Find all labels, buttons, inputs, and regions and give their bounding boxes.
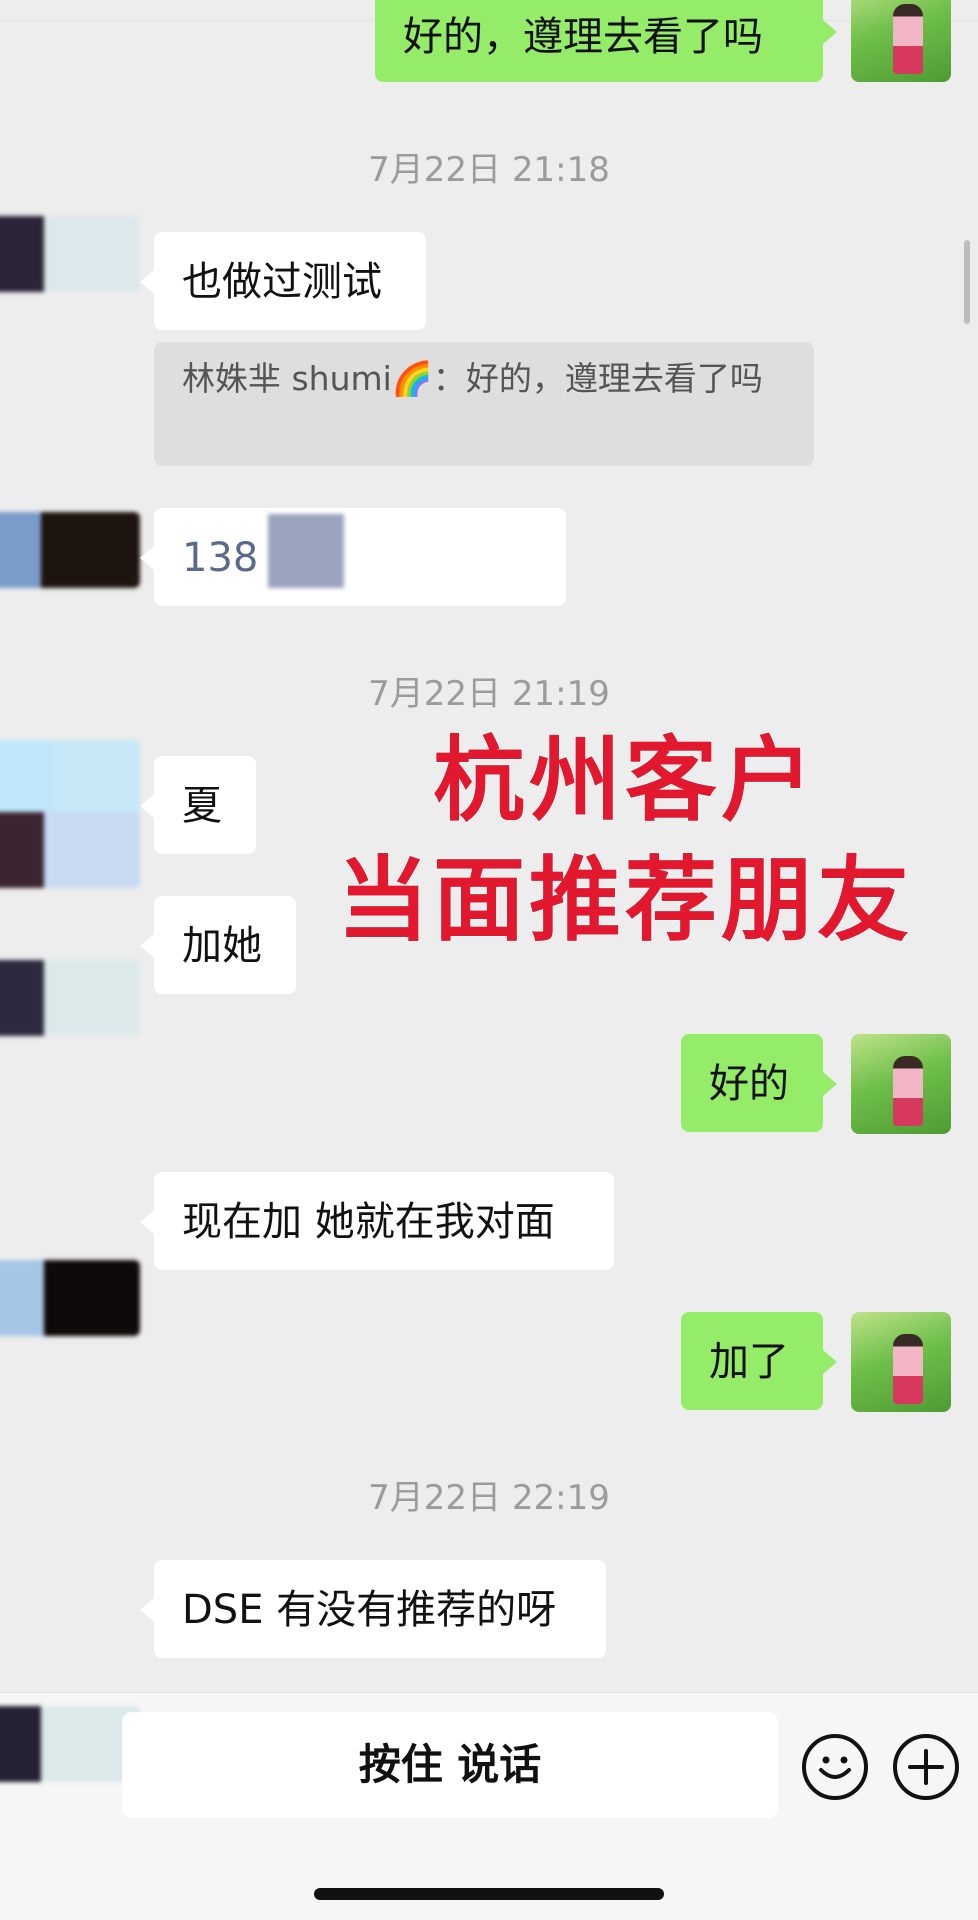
phone-number-text: 138 xyxy=(182,535,259,581)
contact-avatar[interactable] xyxy=(0,1706,140,1782)
contact-avatar[interactable] xyxy=(0,1260,140,1336)
contact-avatar[interactable] xyxy=(0,960,140,1036)
hold-to-talk-button[interactable]: 按住 说话 xyxy=(122,1712,778,1818)
smiley-icon-glyph xyxy=(819,1756,851,1779)
self-avatar[interactable] xyxy=(851,1034,951,1134)
redaction-block xyxy=(268,514,344,588)
avatar-figure xyxy=(893,1056,923,1126)
avatar-figure xyxy=(893,4,923,74)
self-avatar[interactable] xyxy=(851,0,951,82)
chat-bubble-self[interactable]: 好的 xyxy=(681,1034,837,1132)
chat-bubble-other[interactable]: 夏 xyxy=(140,756,256,854)
contact-avatar[interactable] xyxy=(0,512,140,588)
quoted-reply[interactable]: 林姝芈 shumi🌈：好的，遵理去看了吗 xyxy=(154,342,814,466)
message-text: 加了 xyxy=(709,1339,789,1385)
message-text: 现在加 她就在我对面 xyxy=(182,1199,555,1245)
chat-bubble-other[interactable]: DSE 有没有推荐的呀 xyxy=(140,1560,606,1658)
message-text: 也做过测试 xyxy=(182,259,382,305)
chat-bubble-other[interactable]: 138 xyxy=(140,508,566,606)
message-text: 夏 xyxy=(182,783,222,829)
contact-avatar[interactable] xyxy=(0,812,140,888)
chat-bubble-other[interactable]: 也做过测试 xyxy=(140,232,426,330)
timestamp: 7月22日 22:19 xyxy=(368,1478,610,1518)
chat-bubble-other[interactable]: 现在加 她就在我对面 xyxy=(140,1172,614,1270)
overlay-caption-line1: 杭州客户 xyxy=(432,726,817,835)
avatar-figure xyxy=(893,1334,923,1404)
message-text: 好的 xyxy=(709,1061,789,1107)
timestamp: 7月22日 21:18 xyxy=(368,150,610,190)
overlay-caption-line2: 当面推荐朋友 xyxy=(336,846,913,955)
chat-bubble-self[interactable]: 加了 xyxy=(681,1312,837,1410)
plus-circle-icon[interactable] xyxy=(893,1734,959,1800)
quote-text: 林姝芈 shumi🌈：好的，遵理去看了吗 xyxy=(182,359,763,398)
chat-bubble-self[interactable]: 好的，遵理去看了吗 xyxy=(375,0,837,82)
chat-screen: 好的，遵理去看了吗 7月22日 21:18 也做过测试 林姝芈 shumi🌈：好… xyxy=(0,0,978,1920)
self-avatar[interactable] xyxy=(851,1312,951,1412)
timestamp: 7月22日 21:19 xyxy=(368,674,610,714)
plus-glyph xyxy=(908,1749,944,1785)
message-text: 好的，遵理去看了吗 xyxy=(403,14,763,60)
scroll-indicator[interactable] xyxy=(964,240,970,324)
contact-avatar[interactable] xyxy=(0,740,140,816)
home-indicator[interactable] xyxy=(314,1888,664,1900)
chat-bubble-other[interactable]: 加她 xyxy=(140,896,296,994)
message-text: DSE 有没有推荐的呀 xyxy=(182,1587,557,1633)
contact-avatar[interactable] xyxy=(0,216,140,292)
smiley-icon[interactable] xyxy=(802,1734,868,1800)
message-text: 加她 xyxy=(182,923,262,969)
